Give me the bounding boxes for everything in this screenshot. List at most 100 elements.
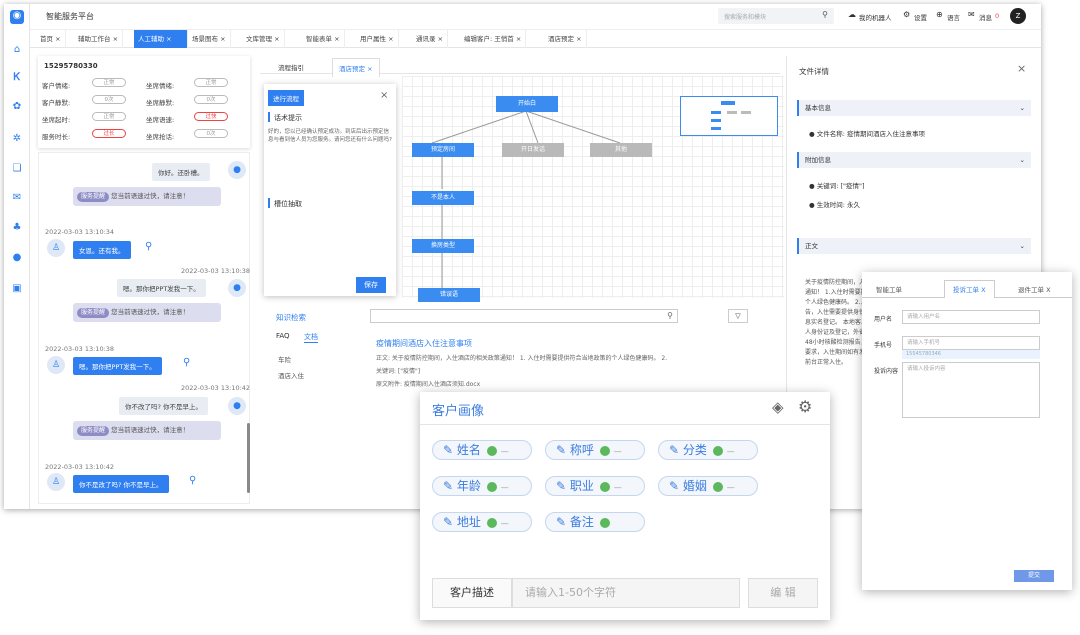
timestamp: 2022-03-03 13:10:38 <box>181 267 251 275</box>
chevron-down-icon[interactable]: ⌄ <box>1020 100 1025 116</box>
tab-smart-order[interactable]: 智能工单 <box>876 284 902 294</box>
phone-suggestion[interactable]: 15545780346 <box>902 350 1040 359</box>
agent-avatar-icon: ♙ <box>47 473 65 491</box>
chip-occupation[interactable]: ✎ 职业 — <box>545 476 645 496</box>
layers-icon[interactable]: ◈ <box>772 398 784 416</box>
knowledge-search-input[interactable]: ⚲ <box>370 309 678 323</box>
user-avatar[interactable]: Z <box>1010 8 1026 24</box>
file-name-field: ● 文件名称: 疫情期间酒店入住注意事项 <box>809 130 926 138</box>
flow-node-book-room[interactable]: 预定房间 <box>412 143 474 157</box>
flow-minimap[interactable] <box>680 96 778 136</box>
chip-address[interactable]: ✎ 地址 — <box>432 512 532 532</box>
submit-button[interactable]: 提交 <box>1014 570 1054 582</box>
search-message-icon[interactable]: ⚲ <box>189 475 196 486</box>
chip-nickname[interactable]: ✎ 称呼 — <box>545 440 645 460</box>
flow-node-start[interactable]: 开始白 <box>496 96 558 112</box>
tab-user-attr[interactable]: 用户属性 × <box>356 30 399 48</box>
tab-document[interactable]: 文档 <box>304 332 318 343</box>
tab-smart-form[interactable]: 智能表单 × <box>302 30 345 48</box>
chip-name[interactable]: ✎ 姓名 — <box>432 440 532 460</box>
body-section[interactable]: 正文 ⌄ <box>797 238 1031 254</box>
chevron-down-icon[interactable]: ⌄ <box>1020 238 1025 254</box>
flow-canvas[interactable]: 开始白 预定房间 开日发话 其他 不是本人 换房类型 错误语 <box>402 76 784 302</box>
subtab-flow-guide[interactable]: 流程指引 <box>278 62 304 72</box>
tab-return-order[interactable]: 退件工单 X <box>1018 284 1051 294</box>
reminder-badge: 服务提醒 <box>77 192 110 202</box>
category-hotel-checkin[interactable]: 酒店入住 <box>278 370 304 380</box>
chip-age[interactable]: ✎ 年龄 — <box>432 476 532 496</box>
complaint-content-label: 投诉内容 <box>874 368 899 375</box>
chat-message-customer: 你不改了吗? 你不是早上。 <box>119 397 209 415</box>
agent-icon[interactable]: Ꮶ <box>11 72 23 84</box>
settings-icon[interactable]: ⚙ <box>798 397 812 416</box>
tab-home[interactable]: 首页 × <box>36 30 66 48</box>
language-icon[interactable]: ⊕ <box>936 10 943 19</box>
search-input[interactable]: 搜索服务和模块 ⚲ <box>718 8 834 24</box>
search-message-icon[interactable]: ⚲ <box>145 241 152 252</box>
complaint-content-input[interactable]: 请输入投诉内容 <box>902 362 1040 418</box>
messages-link[interactable]: 消息 <box>979 12 992 22</box>
chip-remark[interactable]: ✎ 备注 <box>545 512 645 532</box>
flow-panel-tab[interactable]: 进行流程 <box>268 90 304 106</box>
flow-node-not-self[interactable]: 不是本人 <box>412 191 474 205</box>
green-gear-icon <box>486 517 497 528</box>
service-reminder-message: 服务提醒 您当前语速过快，请注意！ <box>73 187 221 206</box>
subtab-hotel-booking[interactable]: 酒店预定 × <box>332 58 380 77</box>
edit-button[interactable]: 编 辑 <box>748 578 818 608</box>
result-attachment[interactable]: 原文附件: 疫情期间入住酒店须知.docx <box>376 379 480 388</box>
tab-complaint-order[interactable]: 投诉工单 X <box>944 280 995 298</box>
tab-contacts[interactable]: 通讯录 × <box>412 30 449 48</box>
flow-node-room-type[interactable]: 换房类型 <box>412 239 474 253</box>
message-icon[interactable]: ✉ <box>968 10 975 19</box>
my-robot-link[interactable]: 我的机器人 <box>859 12 892 22</box>
category-car-insurance[interactable]: 车险 <box>278 354 291 364</box>
settings-icon[interactable]: ⚙ <box>903 10 910 19</box>
chip-category[interactable]: ✎ 分类 — <box>658 440 758 460</box>
flow-node-other[interactable]: 其他 <box>590 143 652 157</box>
bot-icon[interactable]: ✿ <box>11 101 23 113</box>
flow-node-date[interactable]: 开日发话 <box>502 143 564 157</box>
chip-marriage[interactable]: ✎ 婚姻 — <box>658 476 758 496</box>
tab-scene[interactable]: 场景图布 × <box>188 30 231 48</box>
tab-workbench[interactable]: 辅助工作台 × <box>74 30 124 48</box>
tab-manual-assist[interactable]: 人工辅助 × <box>134 30 188 48</box>
portrait-title: 客户画像 <box>432 404 485 419</box>
settings-link[interactable]: 设置 <box>914 12 927 22</box>
minimap-node <box>721 101 735 105</box>
tab-hotel-booking[interactable]: 酒店预定 × <box>544 30 587 48</box>
gear-nav-icon[interactable]: ✲ <box>11 133 23 145</box>
basic-info-section[interactable]: 基本信息 ⌄ <box>797 100 1031 116</box>
language-link[interactable]: 语言 <box>947 12 960 22</box>
search-icon[interactable]: ⚲ <box>822 10 828 19</box>
robot-icon[interactable]: ☁ <box>848 10 856 19</box>
tab-library[interactable]: 文库管理 × <box>242 30 285 48</box>
chat-message-customer: 嗯。那你把PPT发我一下。 <box>117 279 206 297</box>
save-button[interactable]: 保存 <box>356 277 386 293</box>
globe-icon[interactable]: ● <box>11 252 23 264</box>
slot-extract-title: 槽位抽取 <box>274 200 302 208</box>
tab-edit-customer[interactable]: 编辑客户: 王悄首 × <box>460 30 527 48</box>
home-icon[interactable]: ⌂ <box>11 44 23 56</box>
result-title-link[interactable]: 疫情期间酒店入住注意事项 <box>376 338 472 349</box>
filter-button[interactable]: ▽ <box>728 309 748 323</box>
mail-icon[interactable]: ✉ <box>11 192 23 204</box>
flow-subtabs: 流程指引 酒店预定 × <box>260 56 780 77</box>
username-label: 用户名 <box>874 316 893 323</box>
result-keywords: 关键词: ["疫情"] <box>376 368 421 375</box>
search-icon[interactable]: ⚲ <box>667 311 673 320</box>
extra-info-section[interactable]: 附加信息 ⌄ <box>797 152 1031 168</box>
phone-input[interactable]: 请输入手机号 <box>902 336 1040 350</box>
tab-faq[interactable]: FAQ <box>276 332 290 340</box>
close-icon[interactable]: × <box>380 90 388 101</box>
users-icon[interactable]: ♣ <box>11 222 23 234</box>
minimap-node <box>711 119 721 122</box>
search-message-icon[interactable]: ⚲ <box>183 357 190 368</box>
flow-node-error[interactable]: 错误语 <box>418 288 480 302</box>
close-icon[interactable]: × <box>1017 62 1026 75</box>
chevron-down-icon[interactable]: ⌄ <box>1020 152 1025 168</box>
chat-scrollbar[interactable] <box>247 423 250 493</box>
chat-icon[interactable]: ❏ <box>11 163 23 175</box>
customer-desc-input[interactable]: 请输入1-50个字符 <box>512 578 740 608</box>
card-icon[interactable]: ▣ <box>11 283 23 295</box>
username-input[interactable]: 请输入用户名 <box>902 310 1040 324</box>
